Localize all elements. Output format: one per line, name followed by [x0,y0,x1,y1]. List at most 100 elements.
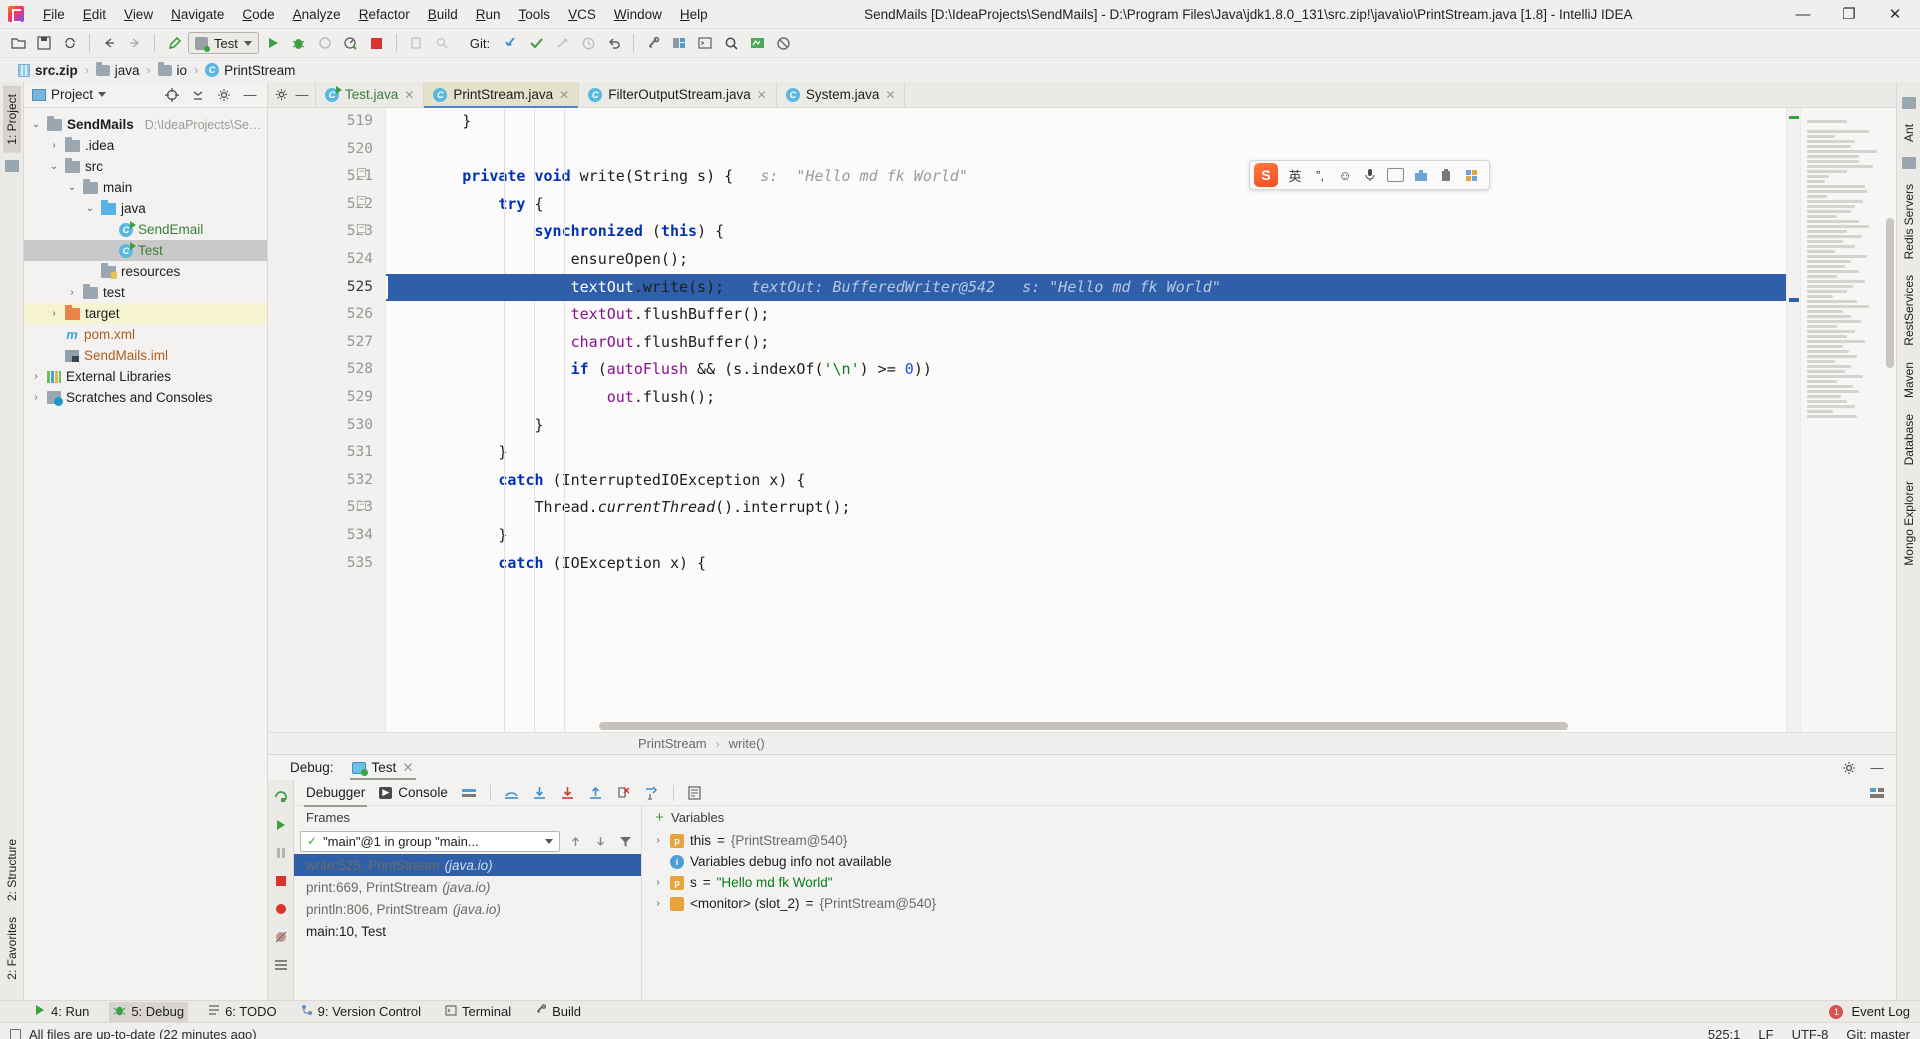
no-access-icon[interactable] [771,32,795,55]
right-rail-icon[interactable] [1902,97,1916,109]
menu-build[interactable]: Build [419,3,467,26]
right-rail-icon[interactable] [1902,157,1916,169]
code-line[interactable]: } [386,412,1786,440]
minimize-button[interactable]: — [1780,0,1826,29]
pause-icon[interactable] [272,844,290,862]
breadcrumb-item-io[interactable]: io [158,63,188,78]
tree-node-src[interactable]: ⌄src [24,156,267,177]
close-icon[interactable]: ✕ [757,88,767,102]
code-line-current[interactable]: textOut.write(s); textOut: BufferedWrite… [386,274,1786,302]
strip-right[interactable]: 1 Event Log [1829,1004,1920,1019]
tool-window-button-5-debug[interactable]: 5: Debug [109,1002,188,1022]
tool-window-button-4-run[interactable]: 4: Run [30,1002,93,1021]
frame-up-icon[interactable] [566,832,585,851]
push-icon[interactable] [550,32,574,55]
settings-icon[interactable] [272,956,290,974]
open-icon[interactable] [6,32,30,55]
code-line[interactable]: ensureOpen(); [386,246,1786,274]
breadcrumb-method[interactable]: write() [729,736,765,751]
tree-node-external-libraries[interactable]: ›External Libraries [24,366,267,387]
expand-toggle-icon[interactable]: › [48,140,60,151]
tree-node-resources[interactable]: resources [24,261,267,282]
tree-node--idea[interactable]: ›.idea [24,135,267,156]
editor-tab-tools[interactable]: — [268,82,316,107]
line-number[interactable]: 533 [268,494,385,522]
debug-session-tab[interactable]: Test ✕ [344,757,422,779]
line-number[interactable]: 529 [268,384,385,412]
expand-toggle-icon[interactable]: ⌄ [66,182,78,193]
expand-toggle-icon[interactable]: ⌄ [30,119,42,130]
forward-icon[interactable] [123,32,147,55]
debug-icon[interactable] [287,32,311,55]
rail-item-database[interactable]: Database [1900,406,1918,473]
chevron-down-icon[interactable] [244,41,252,46]
frame-item[interactable]: main:10, Test [294,920,641,942]
tree-node-scratches-and-consoles[interactable]: ›Scratches and Consoles [24,387,267,408]
hide-editor-icon[interactable]: — [293,86,311,104]
editor-horizontal-scrollbar[interactable] [504,722,1686,732]
find-icon[interactable] [719,32,743,55]
right-tool-rail[interactable]: Ant Redis Servers RestServices Maven Dat… [1896,82,1920,1000]
editor-gutter[interactable]: 5195205215225235245255265275285295305315… [268,108,386,732]
thread-selector-row[interactable]: ✓ "main"@1 in group "main... [294,828,641,854]
gear-icon[interactable] [272,86,290,104]
attach-icon[interactable] [404,32,428,55]
tool-window-button-build[interactable]: Build [531,1002,585,1021]
terminal-icon[interactable] [693,32,717,55]
step-out-icon[interactable] [587,784,605,802]
expand-toggle-icon[interactable]: › [30,371,42,382]
code-line[interactable] [386,136,1786,164]
line-number[interactable]: 532 [268,467,385,495]
code-line[interactable]: } [386,522,1786,550]
run-to-cursor-icon[interactable] [643,784,661,802]
left-tool-rail[interactable]: 1: Project 2: Structure 2: Favorites [0,82,24,1000]
ime-toolbar[interactable]: S 英 ”, ☺ [1249,160,1490,190]
tree-node-test[interactable]: ›test [24,282,267,303]
editor-tab-system-java[interactable]: CSystem.java✕ [777,82,906,107]
settings-menu-icon[interactable] [1868,784,1886,802]
editor-tabs[interactable]: CTest.java✕CPrintStream.java✕CFilterOutp… [316,82,905,107]
rerun-icon[interactable] [272,788,290,806]
close-icon[interactable]: ✕ [885,88,895,102]
stop-icon[interactable] [365,32,389,55]
ime-emoji-icon[interactable]: ☺ [1337,168,1353,183]
hide-pane-icon[interactable]: — [241,86,259,104]
expand-toggle-icon[interactable]: › [48,308,60,319]
step-icon[interactable] [430,32,454,55]
force-step-into-icon[interactable] [559,784,577,802]
code-line[interactable]: } [386,439,1786,467]
ide-icon[interactable] [745,32,769,55]
ime-mode-label[interactable]: 英 [1287,166,1303,185]
tree-node-sendemail[interactable]: CSendEmail [24,219,267,240]
expand-toggle-icon[interactable]: ⌄ [84,203,96,214]
line-number[interactable]: 535 [268,550,385,578]
breadcrumb-item-java[interactable]: java [96,63,140,78]
rail-item-project[interactable]: 1: Project [3,86,21,153]
menu-analyze[interactable]: Analyze [284,3,350,26]
line-number[interactable]: 530 [268,412,385,440]
project-pane-title-group[interactable]: Project [32,87,106,102]
view-breakpoints-icon[interactable] [272,900,290,918]
revert-icon[interactable] [602,32,626,55]
menu-edit[interactable]: Edit [74,3,115,26]
code-editor[interactable]: 5195205215225235245255265275285295305315… [268,108,1896,732]
locate-icon[interactable] [163,86,181,104]
line-number[interactable]: 522 [268,191,385,219]
line-number[interactable]: 531 [268,439,385,467]
line-number[interactable]: 521 [268,163,385,191]
close-icon[interactable]: ✕ [559,88,569,102]
editor-tab-bar[interactable]: — CTest.java✕CPrintStream.java✕CFilterOu… [268,82,1896,108]
variable-row[interactable]: ›pthis = {PrintStream@540} [642,830,1896,851]
main-toolbar[interactable]: Test Git: [0,29,1920,58]
stop-icon[interactable] [272,872,290,890]
tree-node-sendmails[interactable]: ⌄SendMailsD:\IdeaProjects\SendM [24,114,267,135]
close-button[interactable]: ✕ [1872,0,1918,29]
back-icon[interactable] [97,32,121,55]
fold-marker[interactable] [357,501,366,510]
breadcrumb-class[interactable]: PrintStream [638,736,707,751]
tree-node-pom-xml[interactable]: mpom.xml [24,324,267,345]
ime-mic-icon[interactable] [1362,168,1378,182]
project-structure-icon[interactable] [667,32,691,55]
expand-toggle-icon[interactable]: › [652,898,664,909]
ime-grid-icon[interactable] [1463,169,1479,182]
